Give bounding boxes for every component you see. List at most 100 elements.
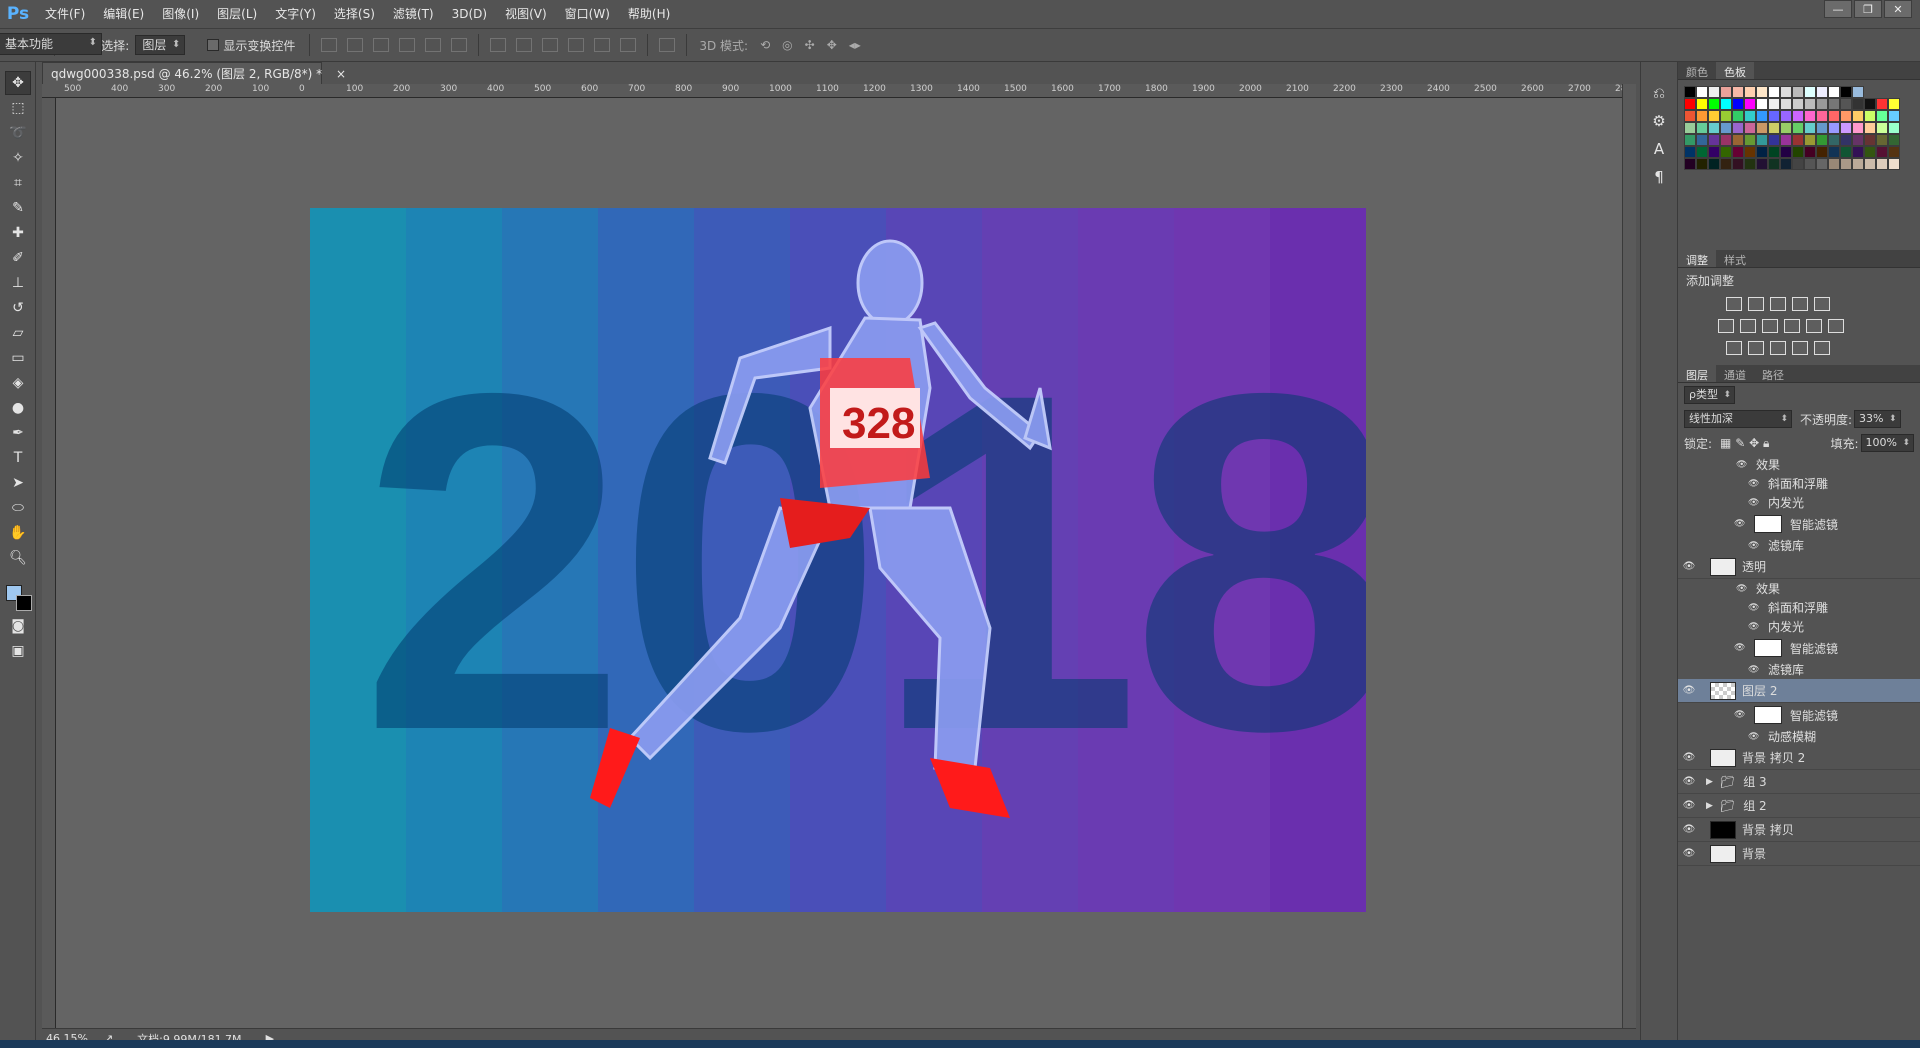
tab-adjustments[interactable]: 调整 xyxy=(1678,250,1716,267)
color-swatch[interactable] xyxy=(1828,146,1840,158)
color-swatch[interactable] xyxy=(1756,110,1768,122)
smart-filter-row[interactable]: 👁︎ 智能滤镜 xyxy=(1678,703,1920,727)
lock-pixels-icon[interactable]: ▦ ✎ ✥ 🔒︎ xyxy=(1720,436,1769,451)
color-swatch[interactable] xyxy=(1780,158,1792,170)
align-bottom-icon[interactable] xyxy=(373,38,390,52)
layer-row[interactable]: 👁︎ 背景 xyxy=(1678,842,1920,866)
layer-row[interactable]: 👁︎ 背景 拷贝 2 xyxy=(1678,746,1920,770)
3d-slide-icon[interactable]: ✥ xyxy=(827,38,837,52)
invert-icon[interactable] xyxy=(1726,341,1742,355)
swatch-grid[interactable] xyxy=(1678,80,1920,170)
layer-row[interactable]: 👁︎ 背景 拷贝 xyxy=(1678,818,1920,842)
tab-layers[interactable]: 图层 xyxy=(1678,365,1716,382)
color-swatch[interactable] xyxy=(1756,86,1768,98)
color-swatch[interactable] xyxy=(1792,122,1804,134)
color-swatch[interactable] xyxy=(1684,98,1696,110)
vertical-scrollbar[interactable] xyxy=(1622,84,1636,1028)
color-swatch[interactable] xyxy=(1840,134,1852,146)
photo-filter-icon[interactable] xyxy=(1784,319,1800,333)
color-swatch[interactable] xyxy=(1852,122,1864,134)
distribute-bottom-icon[interactable] xyxy=(542,38,559,52)
color-swatch[interactable] xyxy=(1732,98,1744,110)
color-swatch[interactable] xyxy=(1864,158,1876,170)
color-swatch[interactable] xyxy=(1768,110,1780,122)
distribute-vcenter-icon[interactable] xyxy=(516,38,533,52)
distribute-top-icon[interactable] xyxy=(490,38,507,52)
selective-color-icon[interactable] xyxy=(1792,341,1808,355)
document-tab[interactable]: qdwg000338.psd @ 46.2% (图层 2, RGB/8*) * … xyxy=(42,62,346,84)
color-swatch[interactable] xyxy=(1720,98,1732,110)
color-swatch[interactable] xyxy=(1696,98,1708,110)
screen-mode-icon[interactable]: ▣ xyxy=(5,639,31,663)
color-swatch[interactable] xyxy=(1720,146,1732,158)
layer-filter-dropdown[interactable]: ρ类型 xyxy=(1684,386,1735,404)
smart-filter-row[interactable]: 👁︎ 智能滤镜 xyxy=(1678,512,1920,536)
quick-mask-icon[interactable]: ◙ xyxy=(5,614,31,638)
layer-effect-row[interactable]: 👁︎ 内发光 xyxy=(1678,493,1920,512)
visibility-eye-icon[interactable]: 👁︎ xyxy=(1678,752,1700,763)
color-swatch[interactable] xyxy=(1816,158,1828,170)
color-swatch[interactable] xyxy=(1768,158,1780,170)
color-swatch[interactable] xyxy=(1684,146,1696,158)
visibility-eye-icon[interactable]: 👁︎ xyxy=(1678,561,1700,572)
3d-rotate-icon[interactable]: ⟲ xyxy=(760,38,770,52)
history-brush-tool-icon[interactable]: ↺ xyxy=(5,296,31,320)
color-swatch[interactable] xyxy=(1768,122,1780,134)
history-panel-icon[interactable]: ⎌ xyxy=(1646,82,1672,104)
eyedropper-tool-icon[interactable]: ✎ xyxy=(5,196,31,220)
color-swatch[interactable] xyxy=(1792,158,1804,170)
close-tab-icon[interactable]: × xyxy=(336,67,346,81)
tab-channels[interactable]: 通道 xyxy=(1716,365,1754,382)
auto-align-icon[interactable] xyxy=(659,38,676,52)
gradient-map-icon[interactable] xyxy=(1814,341,1830,355)
brush-tool-icon[interactable]: ✐ xyxy=(5,246,31,270)
crop-tool-icon[interactable]: ⌗ xyxy=(5,171,31,195)
color-swatch[interactable] xyxy=(1828,134,1840,146)
lasso-tool-icon[interactable]: ➰ xyxy=(5,121,31,145)
color-swatch[interactable] xyxy=(1804,158,1816,170)
layer-effect-row[interactable]: 👁︎ 效果 xyxy=(1678,579,1920,598)
color-swatch[interactable] xyxy=(1732,146,1744,158)
expand-chevron-icon[interactable]: ▶ xyxy=(1706,777,1720,787)
opacity-input[interactable]: 33% xyxy=(1854,410,1901,428)
align-hcenter-icon[interactable] xyxy=(425,38,442,52)
color-swatch[interactable] xyxy=(1756,98,1768,110)
color-swatch[interactable] xyxy=(1828,98,1840,110)
distribute-hcenter-icon[interactable] xyxy=(594,38,611,52)
color-swatch[interactable] xyxy=(1720,86,1732,98)
align-top-icon[interactable] xyxy=(321,38,338,52)
color-swatch[interactable] xyxy=(1768,134,1780,146)
color-swatch[interactable] xyxy=(1876,98,1888,110)
color-swatch[interactable] xyxy=(1852,146,1864,158)
color-swatch[interactable] xyxy=(1792,98,1804,110)
levels-icon[interactable] xyxy=(1748,297,1764,311)
menu-view[interactable]: 视图(V) xyxy=(496,0,556,28)
color-swatch[interactable] xyxy=(1696,158,1708,170)
color-swatch[interactable] xyxy=(1684,110,1696,122)
color-swatch[interactable] xyxy=(1732,86,1744,98)
color-swatch[interactable] xyxy=(1816,146,1828,158)
color-swatch[interactable] xyxy=(1684,158,1696,170)
color-swatch[interactable] xyxy=(1852,110,1864,122)
restore-button[interactable]: ❐ xyxy=(1854,0,1882,18)
distribute-right-icon[interactable] xyxy=(620,38,637,52)
color-swatch[interactable] xyxy=(1744,110,1756,122)
hand-tool-icon[interactable]: ✋ xyxy=(5,521,31,545)
color-swatch[interactable] xyxy=(1696,86,1708,98)
color-swatch[interactable] xyxy=(1804,122,1816,134)
color-swatch[interactable] xyxy=(1828,158,1840,170)
color-swatch[interactable] xyxy=(1696,110,1708,122)
color-swatch[interactable] xyxy=(1840,122,1852,134)
color-swatch[interactable] xyxy=(1744,158,1756,170)
vibrance-icon[interactable] xyxy=(1814,297,1830,311)
layer-list[interactable]: 👁︎ 效果 👁︎ 斜面和浮雕 👁︎ 内发光 👁︎ 智能滤镜 👁︎ 滤镜库 👁︎ 透明 👁︎ 效果 👁︎ 斜面和… xyxy=(1678,455,1920,866)
color-swatch[interactable] xyxy=(1804,146,1816,158)
visibility-eye-icon[interactable]: 👁︎ xyxy=(1734,710,1748,720)
dodge-tool-icon[interactable]: ● xyxy=(5,396,31,420)
channel-mixer-icon[interactable] xyxy=(1806,319,1822,333)
exposure-icon[interactable] xyxy=(1792,297,1808,311)
black-white-icon[interactable] xyxy=(1762,319,1778,333)
layer-effect-row[interactable]: 👁︎ 内发光 xyxy=(1678,617,1920,636)
color-swatch[interactable] xyxy=(1720,110,1732,122)
vertical-ruler[interactable] xyxy=(42,98,56,1028)
